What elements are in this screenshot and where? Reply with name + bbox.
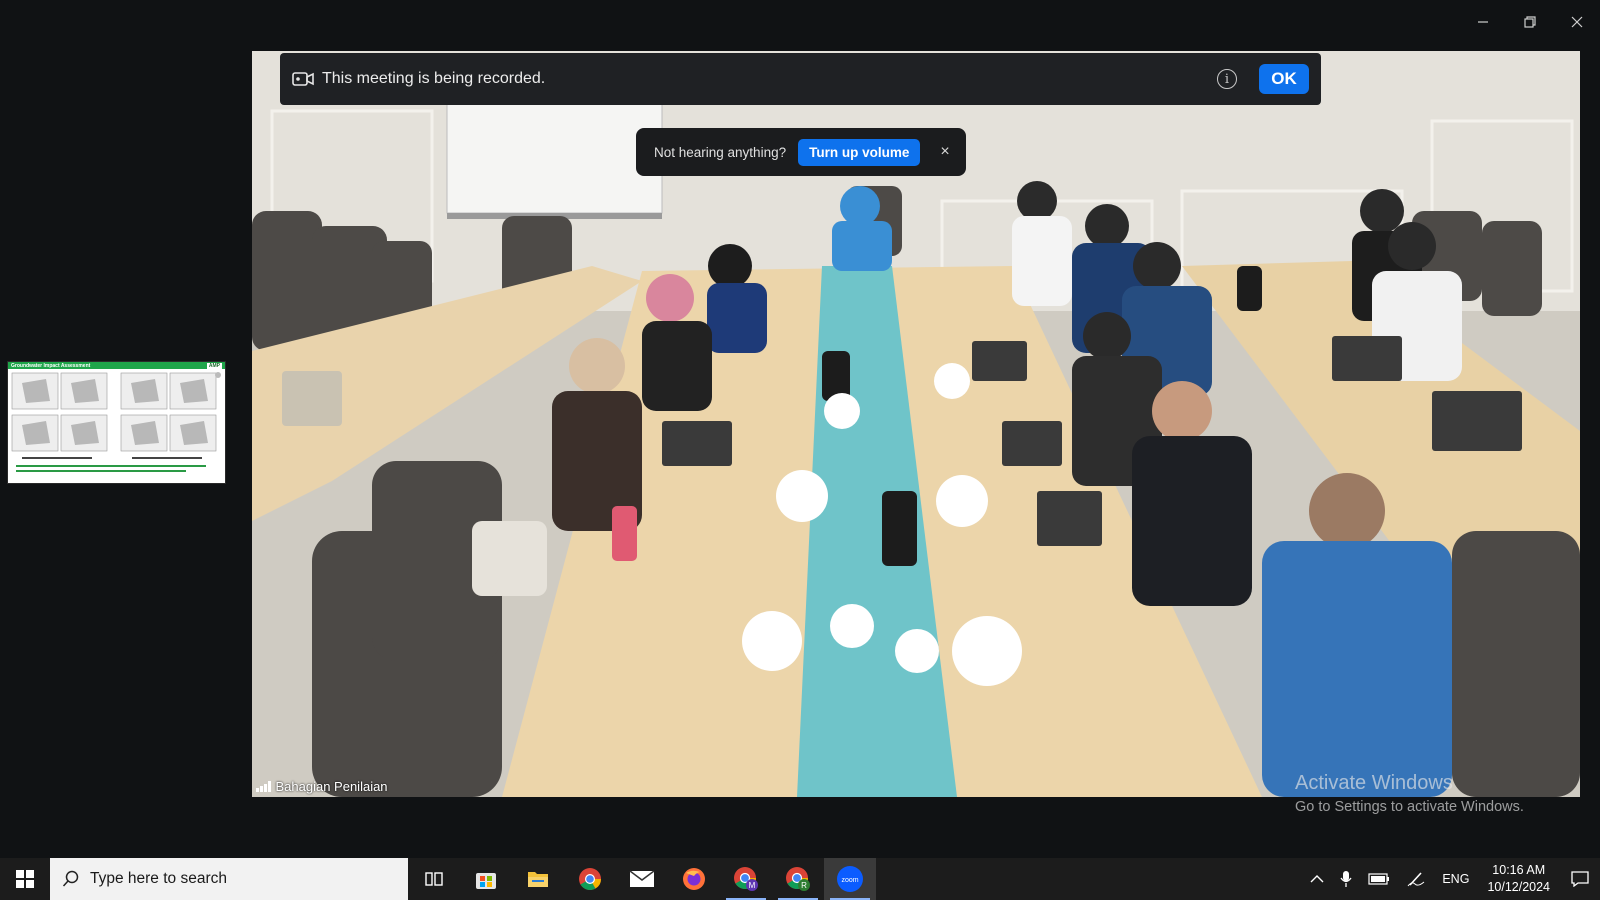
close-button[interactable] xyxy=(1553,0,1600,44)
recording-message: This meeting is being recorded. xyxy=(322,70,546,87)
audio-toast: Not hearing anything? Turn up volume × xyxy=(636,128,966,176)
clock-date: 10/12/2024 xyxy=(1487,880,1550,894)
participant-name: Bahagian Penilaian xyxy=(275,779,388,794)
windows-taskbar: Type here to search M R zoom ENG 10:16 A… xyxy=(0,858,1600,900)
taskbar-search-box[interactable]: Type here to search xyxy=(50,858,408,900)
svg-text:M: M xyxy=(749,881,756,890)
recording-banner: This meeting is being recorded. i OK xyxy=(280,53,1321,105)
microsoft-store-icon[interactable] xyxy=(460,858,512,900)
signal-strength-icon xyxy=(256,781,271,792)
taskbar-clock[interactable]: 10:16 AM 10/12/2024 xyxy=(1477,862,1560,896)
info-icon[interactable]: i xyxy=(1217,69,1237,89)
close-icon xyxy=(1571,16,1582,28)
toast-message: Not hearing anything? xyxy=(654,144,787,160)
thumbnail-slide xyxy=(8,369,225,483)
chrome-icon[interactable] xyxy=(564,858,616,900)
watermark-subtitle: Go to Settings to activate Windows. xyxy=(1295,799,1524,815)
file-explorer-icon[interactable] xyxy=(512,858,564,900)
restore-button[interactable] xyxy=(1506,0,1553,44)
minimize-button[interactable] xyxy=(1459,0,1506,44)
thumbnail-title: Groundwater Impact Assessment xyxy=(11,362,91,369)
zoom-icon[interactable]: zoom xyxy=(824,858,876,900)
search-icon xyxy=(62,870,79,887)
chrome-profile-m-icon[interactable]: M xyxy=(720,858,772,900)
pen-ink-icon[interactable] xyxy=(1398,858,1434,900)
turn-up-volume-button[interactable]: Turn up volume xyxy=(798,138,921,166)
restore-icon xyxy=(1523,16,1536,28)
participant-name-label: Bahagian Penilaian xyxy=(256,779,388,794)
watermark-title: Activate Windows xyxy=(1295,772,1453,794)
activate-windows-watermark: Activate Windows Go to Settings to activ… xyxy=(1295,772,1524,815)
input-language[interactable]: ENG xyxy=(1434,858,1477,900)
show-hidden-icons-chevron-up-icon[interactable] xyxy=(1302,858,1332,900)
toast-close-icon[interactable]: × xyxy=(940,143,949,161)
chrome-profile-r-icon[interactable]: R xyxy=(772,858,824,900)
window-controls xyxy=(1459,0,1600,44)
mail-icon[interactable] xyxy=(616,858,668,900)
notifications-icon[interactable] xyxy=(1560,858,1600,900)
thumbnail-logo: AMP xyxy=(206,362,222,369)
minimize-icon xyxy=(1477,21,1488,23)
microphone-icon[interactable] xyxy=(1332,858,1360,900)
battery-icon[interactable] xyxy=(1360,858,1398,900)
thumbnail-header: Groundwater Impact Assessment AMP xyxy=(8,362,225,369)
ok-button[interactable]: OK xyxy=(1259,64,1309,94)
windows-logo-icon xyxy=(16,870,34,888)
firefox-icon[interactable] xyxy=(668,858,720,900)
svg-text:R: R xyxy=(801,881,807,890)
system-tray: ENG 10:16 AM 10/12/2024 xyxy=(1302,858,1600,900)
video-camera-icon xyxy=(292,71,314,87)
shared-screen-thumbnail[interactable]: Groundwater Impact Assessment AMP xyxy=(7,361,226,484)
svg-text:zoom: zoom xyxy=(841,877,858,884)
task-view-icon[interactable] xyxy=(408,858,460,900)
clock-time: 10:16 AM xyxy=(1492,863,1546,877)
search-placeholder: Type here to search xyxy=(90,870,227,887)
start-button[interactable] xyxy=(0,858,50,900)
